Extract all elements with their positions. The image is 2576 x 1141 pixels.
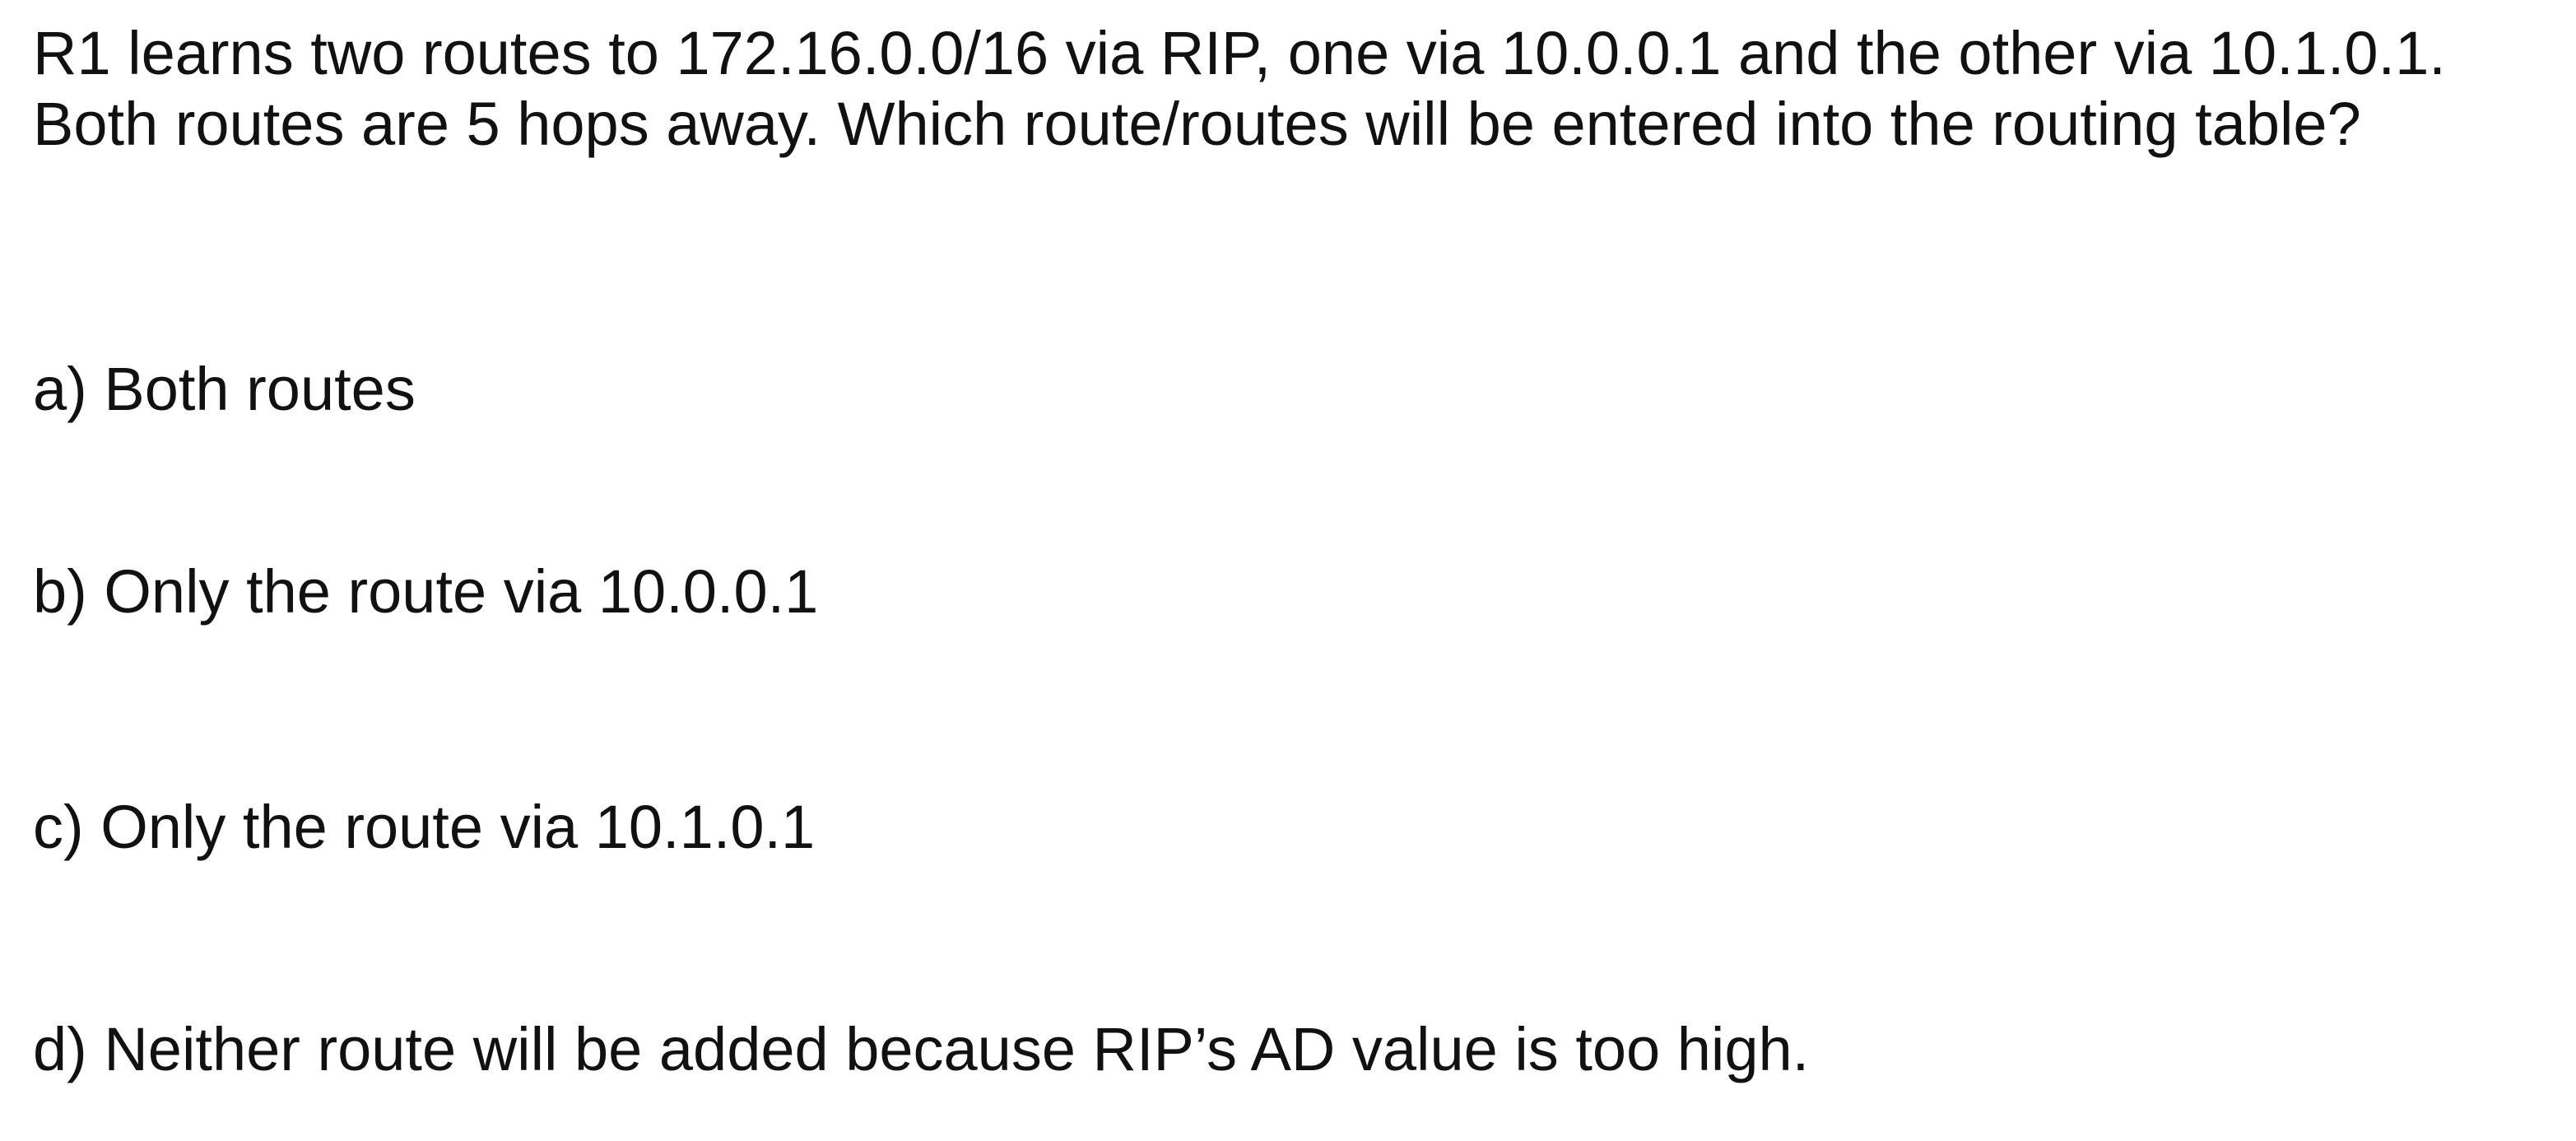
option-d: d) Neither route will be added because R… — [33, 1015, 1810, 1083]
option-a: a) Both routes — [33, 355, 416, 423]
question-line-1: R1 learns two routes to 172.16.0.0/16 vi… — [33, 19, 2446, 87]
option-b: b) Only the route via 10.0.0.1 — [33, 557, 819, 626]
question-line-2: Both routes are 5 hops away. Which route… — [33, 90, 2361, 158]
quiz-page: R1 learns two routes to 172.16.0.0/16 vi… — [0, 0, 2576, 1141]
option-c: c) Only the route via 10.1.0.1 — [33, 793, 816, 861]
